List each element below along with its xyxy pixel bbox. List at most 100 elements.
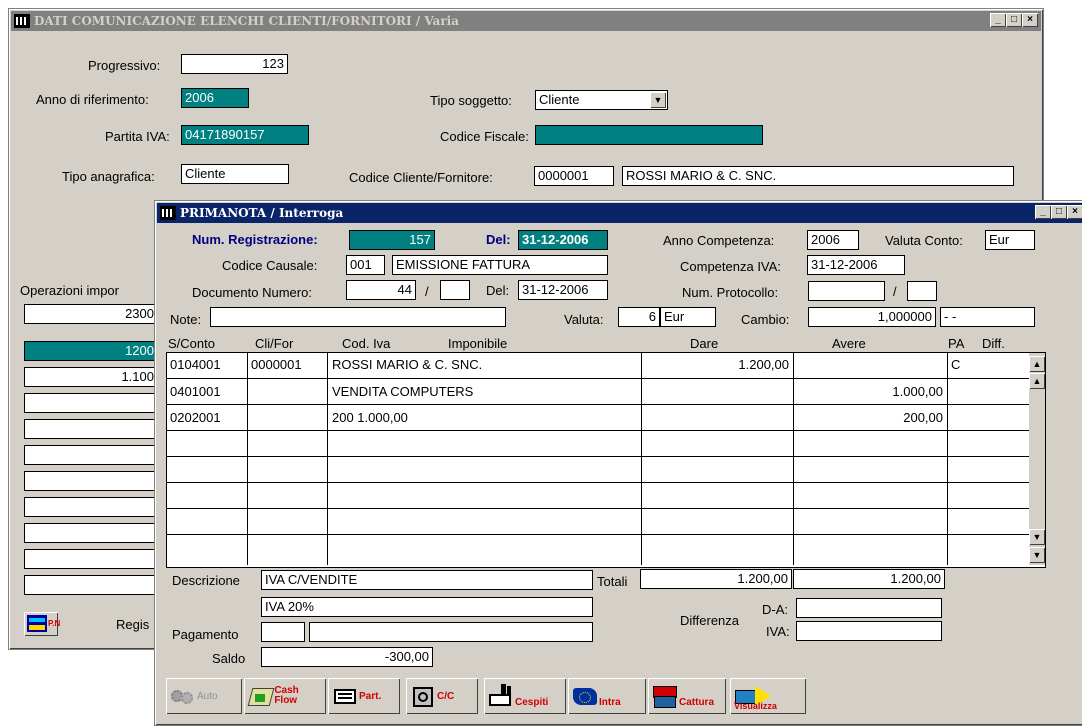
col-clifor: Cli/For [255,336,294,351]
codice-fiscale-field[interactable] [535,125,763,145]
visualizza-label: Visualizza [734,701,777,711]
pagamento-code-field[interactable] [261,622,305,642]
tipo-anagrafica-field[interactable]: Cliente [181,164,289,184]
note-field[interactable] [210,307,506,327]
operazioni-list-item[interactable]: 1.100 [24,367,158,387]
del-field[interactable]: 31-12-2006 [518,230,608,250]
causale-desc-field[interactable]: EMISSIONE FATTURA [392,255,608,275]
scroll-up-icon[interactable]: ▲ [1029,373,1045,389]
codice-cf-field[interactable]: 0000001 [534,166,614,186]
cash-flow-button[interactable]: Cash Flow [244,678,326,714]
intra-button[interactable]: Intra [568,678,646,714]
num-reg-field[interactable]: 157 [349,230,435,250]
descrizione-field[interactable]: IVA C/VENDITE [261,570,593,590]
operazioni-field[interactable]: 2300 [24,304,158,324]
col-pa: PA [948,336,965,351]
table-row[interactable] [167,430,1043,457]
grid-scrollbar[interactable]: ▲ ▲ ▼ ▼ [1029,353,1045,565]
pn-button[interactable]: P.N [24,612,60,636]
intra-label: Intra [599,696,621,708]
table-row[interactable]: 0401001 VENDITA COMPUTERS 1.000,00 [167,378,1043,405]
col-sconto: S/Conto [168,336,215,351]
cash-flow-label: Cash Flow [274,685,299,706]
anno-comp-field[interactable]: 2006 [807,230,859,250]
inner-titlebar[interactable]: PRIMANOTA / Interroga _ □ × [157,203,1082,223]
part-button[interactable]: Part. [328,678,400,714]
codice-causale-label: Codice Causale: [222,258,318,273]
inner-title: PRIMANOTA / Interroga [180,206,344,220]
scroll-top-icon[interactable]: ▲ [1029,356,1045,372]
scroll-down-icon[interactable]: ▼ [1029,529,1045,545]
cespiti-button[interactable]: Cespiti [484,678,566,714]
operazioni-list-item[interactable] [24,471,158,491]
documento-label: Documento Numero: [192,285,312,300]
outer-titlebar[interactable]: DATI COMUNICAZIONE ELENCHI CLIENTI/FORNI… [11,11,1041,31]
maximize-icon[interactable]: □ [1051,205,1067,219]
operazioni-list-item[interactable] [24,575,158,595]
close-icon[interactable]: × [1022,13,1038,27]
app-icon [160,206,176,220]
operazioni-list-item[interactable] [24,549,158,569]
maximize-icon[interactable]: □ [1006,13,1022,27]
auto-button[interactable]: Auto [166,678,242,714]
valuta-conto-label: Valuta Conto: [885,233,963,248]
progressivo-field[interactable]: 123 [181,54,288,74]
table-row[interactable]: 0202001 200 1.000,00 200,00 [167,404,1043,431]
codice-causale-field[interactable]: 001 [346,255,385,275]
cambio-extra-field[interactable]: - - [940,307,1035,327]
cell-dare [641,379,789,404]
operazioni-list-item[interactable] [24,523,158,543]
table-row[interactable] [167,456,1043,483]
documento-suffix-field[interactable] [440,280,470,300]
operazioni-list-item[interactable]: 1200 [24,341,158,361]
cattura-button[interactable]: Cattura [648,678,726,714]
partita-iva-field[interactable]: 04171890157 [181,125,309,145]
tipo-soggetto-value: Cliente [539,92,580,107]
minimize-icon[interactable]: _ [1035,205,1051,219]
close-icon[interactable]: × [1067,205,1082,219]
operazioni-list-item[interactable] [24,419,158,439]
da-field[interactable] [796,598,942,618]
operazioni-list-item[interactable] [24,445,158,465]
saldo-field[interactable]: -300,00 [261,647,433,667]
ragione-sociale-field[interactable]: ROSSI MARIO & C. SNC. [622,166,1014,186]
chevron-down-icon[interactable]: ▼ [650,92,666,108]
visualizza-button[interactable]: Visualizza [730,678,806,714]
valuta-conto-field[interactable]: Eur [985,230,1035,250]
anno-field[interactable]: 2006 [181,88,249,108]
cell-avere [793,431,943,456]
cell-avere [793,535,943,560]
cell-dare [641,431,789,456]
num-protocollo-field[interactable] [808,281,885,301]
cc-label: C/C [437,690,455,702]
competenza-iva-field[interactable]: 31-12-2006 [807,255,905,275]
iva-field[interactable] [796,621,942,641]
totali-avere-field[interactable]: 1.200,00 [793,569,945,589]
da-label: D-A: [762,602,788,617]
valuta-code-field[interactable]: Eur [660,307,716,327]
pagamento-desc-field[interactable] [309,622,593,642]
cell-desc: VENDITA COMPUTERS [332,384,474,399]
table-row[interactable]: 0104001 0000001 ROSSI MARIO & C. SNC. 1.200… [167,352,1043,378]
descrizione-field-2[interactable]: IVA 20% [261,597,593,617]
col-diff: Diff. [982,336,1005,351]
cell-avere: 1.000,00 [892,384,943,399]
operazioni-list-item[interactable] [24,497,158,517]
eu-flag-icon [571,684,597,708]
valuta-num-field[interactable]: 6 [618,307,660,327]
table-row[interactable] [167,482,1043,509]
scroll-bottom-icon[interactable]: ▼ [1029,547,1045,563]
operazioni-list-item[interactable] [24,393,158,413]
minimize-icon[interactable]: _ [990,13,1006,27]
cell-sconto: 0202001 [170,410,221,425]
documento-field[interactable]: 44 [346,280,416,300]
table-row[interactable] [167,508,1043,535]
cc-button[interactable]: C/C [406,678,478,714]
col-codiva: Cod. Iva [342,336,391,351]
tipo-soggetto-select[interactable]: Cliente ▼ [535,90,668,110]
totali-dare-field[interactable]: 1.200,00 [640,569,792,589]
table-row[interactable] [167,534,1043,561]
doc-del-field[interactable]: 31-12-2006 [518,280,608,300]
num-protocollo-suffix-field[interactable] [907,281,937,301]
cambio-field[interactable]: 1,000000 [808,307,936,327]
